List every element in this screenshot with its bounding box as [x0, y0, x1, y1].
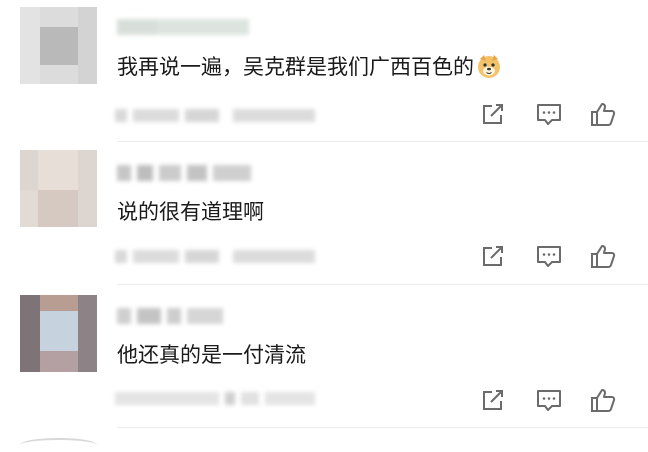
comment-meta [115, 106, 315, 124]
comment-text: 他还真的是一付清流 [117, 340, 306, 370]
comment-meta [115, 389, 315, 407]
comment-text: 说的很有道理啊 [117, 197, 264, 227]
comment-icon[interactable] [535, 243, 563, 269]
comment-meta [115, 247, 315, 265]
next-avatar[interactable] [20, 438, 97, 452]
comment-actions [479, 243, 619, 269]
thumbs-up-icon[interactable] [589, 101, 617, 127]
share-icon[interactable] [479, 387, 507, 413]
comment-actions [479, 101, 619, 127]
username[interactable] [117, 306, 223, 326]
username[interactable] [117, 163, 251, 183]
share-icon[interactable] [479, 101, 507, 127]
comment-icon[interactable] [535, 101, 563, 127]
avatar[interactable] [20, 150, 97, 227]
thumbs-up-icon[interactable] [589, 243, 617, 269]
username[interactable] [117, 17, 249, 37]
comment-text-content: 说的很有道理啊 [117, 200, 264, 224]
comment-text-content: 他还真的是一付清流 [117, 343, 306, 367]
avatar[interactable] [20, 7, 97, 84]
avatar[interactable] [20, 295, 97, 372]
share-icon[interactable] [479, 243, 507, 269]
comment-text: 我再说一遍，吴克群是我们广西百色的 [117, 52, 502, 82]
divider [117, 284, 648, 285]
comment-text-content: 我再说一遍，吴克群是我们广西百色的 [117, 55, 474, 79]
divider [117, 427, 648, 428]
comment-icon[interactable] [535, 387, 563, 413]
doge-emoji [476, 53, 502, 79]
thumbs-up-icon[interactable] [589, 387, 617, 413]
comment-actions [479, 387, 619, 413]
divider [117, 141, 648, 142]
